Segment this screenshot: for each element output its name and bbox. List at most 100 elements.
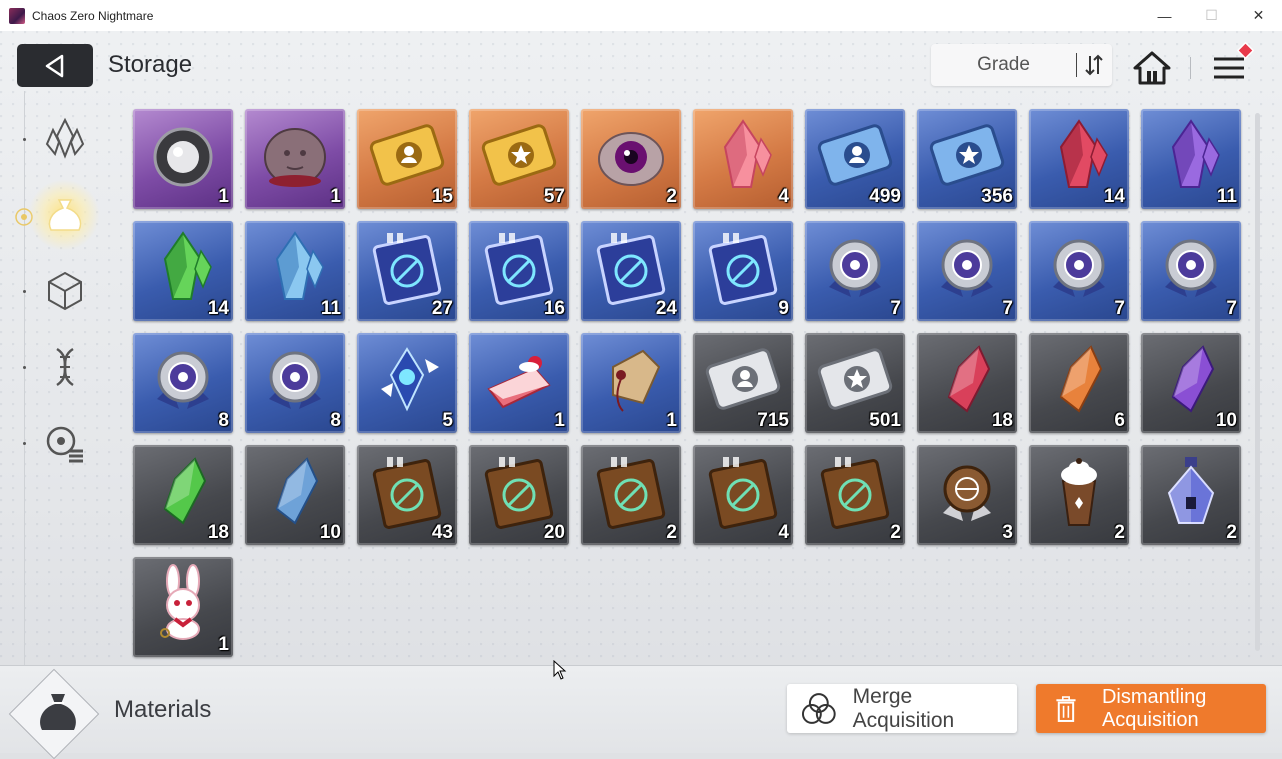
dismantle-label: Dismantling Acquisition (1101, 685, 1207, 731)
sidebar-item-cube[interactable] (40, 266, 90, 316)
medal-sword-icon (829, 239, 881, 297)
bunny-plush-icon (160, 564, 200, 640)
item-tile[interactable]: 57 (469, 109, 569, 209)
sort-grade-button[interactable]: Grade (931, 44, 1112, 86)
item-tile[interactable]: 15 (357, 109, 457, 209)
page-title: Storage (108, 51, 193, 78)
item-tile[interactable]: 14 (133, 221, 233, 321)
sidebar-track (24, 91, 25, 681)
maximize-button[interactable]: ☐ (1188, 0, 1235, 31)
item-tile[interactable]: 8 (133, 333, 233, 433)
item-quantity: 1 (554, 410, 565, 431)
sidebar-item-crystals[interactable] (40, 113, 90, 163)
green-crystal-icon (163, 231, 212, 300)
item-tile[interactable]: 2 (581, 445, 681, 545)
scrollbar[interactable] (1255, 113, 1260, 651)
item-quantity: 2 (1226, 522, 1237, 543)
medal-eye-icon (1053, 239, 1105, 297)
item-quantity: 2 (1114, 522, 1125, 543)
item-tile[interactable]: 1 (133, 109, 233, 209)
item-quantity: 5 (442, 410, 453, 431)
item-tile[interactable]: 18 (917, 333, 1017, 433)
tag-charm-icon (612, 349, 661, 412)
item-tile[interactable]: 11 (1141, 109, 1241, 209)
frappe-cup-icon (1061, 458, 1097, 526)
item-tile[interactable]: 2 (581, 109, 681, 209)
bottom-bar: Materials Merge Acquisition Dismantling … (0, 665, 1282, 759)
merge-icon (801, 692, 836, 724)
item-quantity: 501 (869, 410, 901, 431)
item-tile[interactable]: 6 (1029, 333, 1129, 433)
sidebar-item-materials[interactable] (28, 179, 100, 251)
item-tile[interactable]: 10 (1141, 333, 1241, 433)
item-tile[interactable]: 16 (469, 221, 569, 321)
item-tile[interactable]: 27 (357, 221, 457, 321)
item-tile[interactable]: 356 (917, 109, 1017, 209)
item-tile[interactable]: 14 (1029, 109, 1129, 209)
medal-shield-icon (941, 239, 993, 297)
item-tile[interactable]: 2 (805, 445, 905, 545)
sidebar-item-list[interactable] (40, 418, 90, 468)
sort-label: Grade (977, 54, 1030, 75)
item-tile[interactable]: 43 (357, 445, 457, 545)
gold-star-ticket-icon (481, 124, 557, 186)
brown-shield-book-icon (484, 457, 554, 529)
brown-wing-book-icon (708, 457, 778, 529)
item-quantity: 2 (666, 186, 677, 207)
merge-acquisition-button[interactable]: Merge Acquisition (787, 684, 1017, 733)
item-tile[interactable]: 20 (469, 445, 569, 545)
material-bag-icon (48, 199, 82, 231)
perfume-bottle-icon (1167, 457, 1215, 524)
item-quantity: 4 (778, 522, 789, 543)
item-quantity: 499 (869, 186, 901, 207)
list-icon (46, 426, 83, 463)
item-quantity: 356 (981, 186, 1013, 207)
home-button[interactable] (1132, 49, 1172, 87)
item-quantity: 1 (330, 186, 341, 207)
blue-shard-icon (275, 457, 319, 525)
item-tile[interactable]: 5 (357, 333, 457, 433)
item-tile[interactable]: 7 (917, 221, 1017, 321)
item-tile[interactable]: 715 (693, 333, 793, 433)
item-tile[interactable]: 1 (133, 557, 233, 657)
hamburger-menu-icon (1214, 41, 1255, 79)
item-tile[interactable]: 7 (805, 221, 905, 321)
item-quantity: 18 (991, 410, 1013, 431)
item-tile[interactable]: 1 (245, 109, 345, 209)
green-shard-icon (163, 457, 207, 525)
menu-button[interactable] (1210, 41, 1262, 87)
item-tile[interactable]: 1 (469, 333, 569, 433)
item-tile[interactable]: 11 (245, 221, 345, 321)
item-quantity: 43 (431, 522, 453, 543)
minimize-button[interactable]: — (1141, 0, 1188, 31)
cake-slice-icon (487, 356, 551, 409)
item-tile[interactable]: 7 (1141, 221, 1241, 321)
item-tile[interactable]: 18 (133, 445, 233, 545)
item-tile[interactable]: 2 (1141, 445, 1241, 545)
item-tile[interactable]: 10 (245, 445, 345, 545)
sidebar-item-dna[interactable] (40, 342, 90, 392)
item-quantity: 15 (431, 186, 453, 207)
item-tile[interactable]: 24 (581, 221, 681, 321)
item-tile[interactable]: 2 (1029, 445, 1129, 545)
item-tile[interactable]: 4 (693, 109, 793, 209)
dismantling-acquisition-button[interactable]: Dismantling Acquisition (1036, 684, 1266, 733)
rock-face-icon (264, 128, 326, 187)
back-button[interactable] (17, 44, 93, 87)
item-tile[interactable]: 499 (805, 109, 905, 209)
pink-crystal-icon (723, 119, 772, 188)
item-tile[interactable]: 501 (805, 333, 905, 433)
item-tile[interactable]: 7 (1029, 221, 1129, 321)
merge-label: Merge Acquisition (852, 684, 955, 732)
item-tile[interactable]: 4 (693, 445, 793, 545)
sidebar-dot (23, 366, 26, 369)
item-tile[interactable]: 1 (581, 333, 681, 433)
item-tile[interactable]: 9 (693, 221, 793, 321)
close-button[interactable]: ✕ (1235, 0, 1282, 31)
red-shard-icon (947, 345, 991, 413)
purple-crystal-icon (1171, 119, 1220, 188)
sort-order-icon[interactable] (1077, 44, 1111, 86)
item-tile[interactable]: 3 (917, 445, 1017, 545)
red-crystal-icon (1059, 119, 1108, 188)
item-tile[interactable]: 8 (245, 333, 345, 433)
